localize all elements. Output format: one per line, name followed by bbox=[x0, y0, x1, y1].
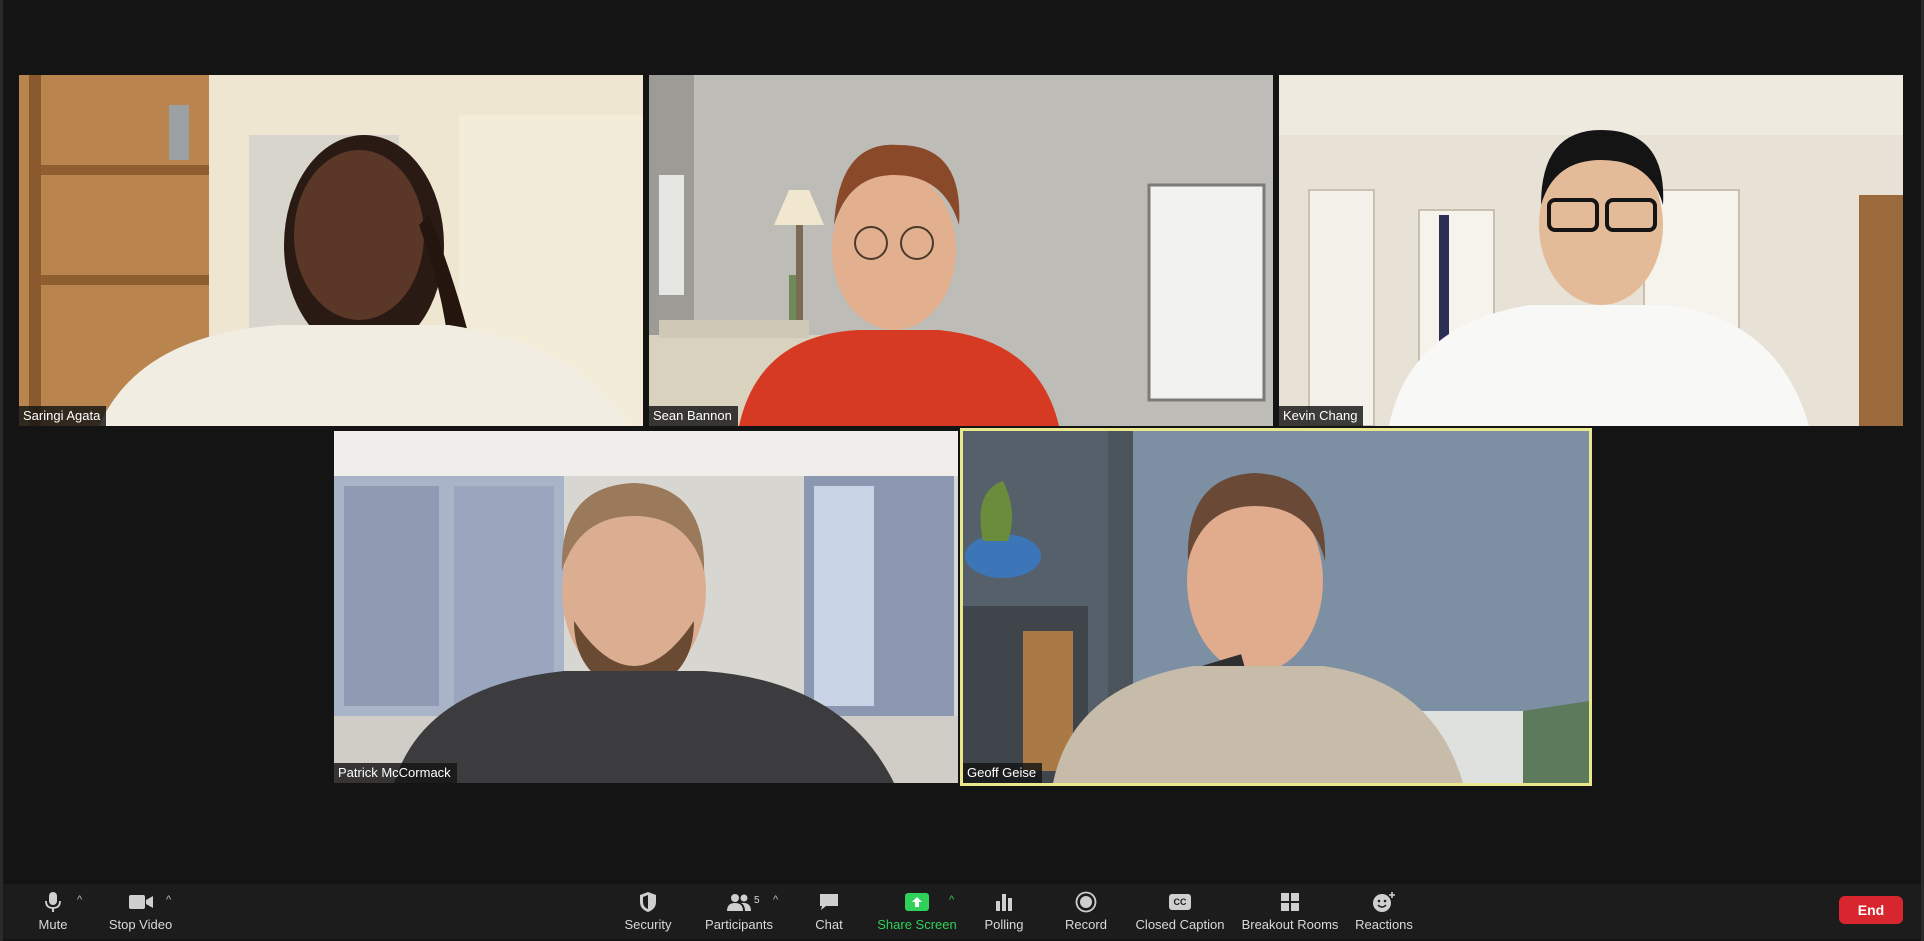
participant-video bbox=[649, 75, 1273, 426]
record-icon bbox=[1075, 890, 1097, 914]
microphone-icon bbox=[44, 890, 62, 914]
shield-icon bbox=[638, 890, 658, 914]
share-options-caret[interactable]: ^ bbox=[949, 894, 954, 906]
record-button[interactable]: Record bbox=[1063, 884, 1109, 939]
participant-video bbox=[963, 431, 1589, 783]
participant-tile-kevin-chang[interactable]: Kevin Chang bbox=[1279, 75, 1903, 426]
participant-video bbox=[334, 431, 958, 783]
security-button[interactable]: Security bbox=[615, 884, 681, 939]
chat-bubble-icon bbox=[818, 890, 840, 914]
participant-tile-sean-bannon[interactable]: Sean Bannon bbox=[649, 75, 1273, 426]
cc-icon: CC bbox=[1169, 890, 1191, 914]
bar-chart-icon bbox=[994, 890, 1014, 914]
participant-tile-geoff-geise[interactable]: Geoff Geise bbox=[960, 428, 1592, 786]
share-screen-button[interactable]: Share Screen bbox=[877, 884, 957, 939]
participant-name: Saringi Agata bbox=[19, 406, 107, 426]
stop-video-button[interactable]: Stop Video bbox=[103, 884, 178, 939]
grid-icon bbox=[1280, 890, 1300, 914]
people-icon bbox=[726, 890, 752, 914]
audio-options-caret[interactable]: ^ bbox=[77, 894, 82, 906]
chat-button[interactable]: Chat bbox=[809, 884, 849, 939]
video-camera-icon bbox=[128, 890, 154, 914]
participants-count: 5 bbox=[754, 895, 760, 906]
participant-video bbox=[19, 75, 643, 426]
participants-button[interactable]: Participants bbox=[699, 884, 779, 939]
participant-tile-patrick-mccormack[interactable]: Patrick McCormack bbox=[334, 431, 958, 783]
participant-name: Sean Bannon bbox=[649, 406, 738, 426]
polling-button[interactable]: Polling bbox=[981, 884, 1027, 939]
participant-name: Kevin Chang bbox=[1279, 406, 1364, 426]
video-options-caret[interactable]: ^ bbox=[166, 894, 171, 906]
participant-name: Patrick McCormack bbox=[334, 763, 457, 783]
participant-video bbox=[1279, 75, 1903, 426]
participant-name: Geoff Geise bbox=[963, 763, 1043, 783]
end-meeting-button[interactable]: End bbox=[1839, 896, 1903, 924]
participants-options-caret[interactable]: ^ bbox=[773, 894, 778, 906]
smiley-plus-icon bbox=[1372, 890, 1396, 914]
closed-caption-button[interactable]: CC Closed Caption bbox=[1135, 884, 1225, 939]
share-arrow-icon bbox=[904, 890, 930, 914]
reactions-button[interactable]: Reactions bbox=[1354, 884, 1414, 939]
meeting-controls-toolbar: Mute ^ Stop Video ^ Security Participant… bbox=[3, 884, 1921, 939]
breakout-rooms-button[interactable]: Breakout Rooms bbox=[1240, 884, 1340, 939]
participant-tile-saringi-agata[interactable]: Saringi Agata bbox=[19, 75, 643, 426]
mute-button[interactable]: Mute bbox=[31, 884, 75, 939]
